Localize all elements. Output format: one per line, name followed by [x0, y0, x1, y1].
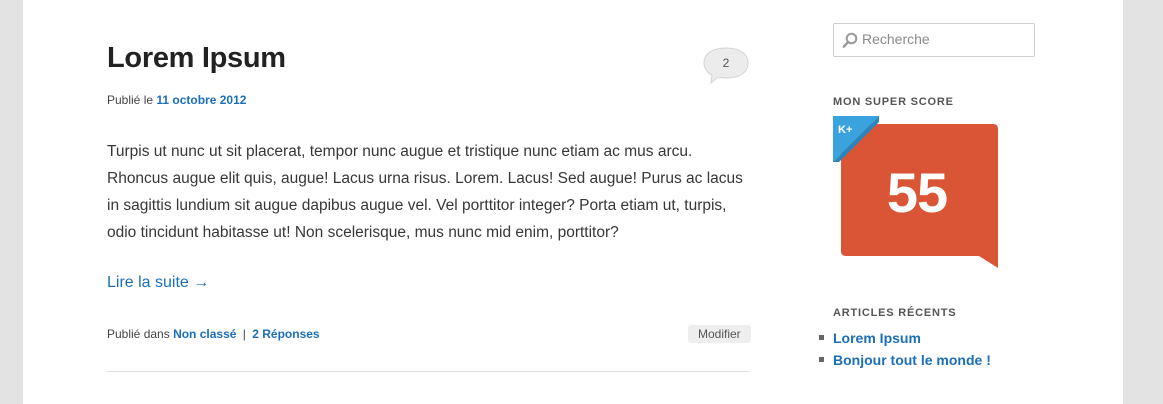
- footer-separator: |: [242, 327, 246, 341]
- post-divider: [107, 371, 749, 372]
- post-body: Turpis ut nunc ut sit placerat, tempor n…: [107, 143, 743, 241]
- recent-post-link[interactable]: Bonjour tout le monde !: [833, 352, 991, 368]
- comment-count: 2: [722, 56, 730, 70]
- list-item: Lorem Ipsum: [819, 329, 991, 351]
- list-item: Bonjour tout le monde !: [819, 351, 991, 373]
- post-footer: Publié dans Non classé | 2 Réponses: [107, 327, 320, 341]
- published-prefix: Publié le: [107, 93, 154, 107]
- kplus-label: K+: [838, 124, 853, 136]
- post-title[interactable]: Lorem Ipsum: [107, 42, 286, 75]
- edit-button[interactable]: Modifier: [688, 325, 751, 343]
- score-value: 55: [886, 161, 948, 224]
- score-widget-title: MON SUPER SCORE: [833, 96, 954, 108]
- read-more-link[interactable]: Lire la suite →: [107, 274, 209, 292]
- search-input[interactable]: [862, 29, 1022, 49]
- bullet: [819, 357, 824, 362]
- recent-posts-list: Lorem Ipsum Bonjour tout le monde !: [819, 329, 991, 373]
- footer-prefix: Publié dans: [107, 327, 170, 341]
- search-box[interactable]: [833, 23, 1035, 57]
- recent-posts-title: ARTICLES RÉCENTS: [833, 307, 957, 319]
- recent-post-link[interactable]: Lorem Ipsum: [833, 330, 921, 346]
- comment-count-bubble[interactable]: 2: [703, 47, 749, 85]
- published-date-link[interactable]: 11 octobre 2012: [156, 93, 246, 107]
- post-meta: Publié le 11 octobre 2012: [107, 93, 246, 107]
- page-container: Lorem Ipsum 2 Publié le 11 octobre 2012 …: [23, 0, 1123, 404]
- bullet: [819, 335, 824, 340]
- score-badge[interactable]: K+ 55: [833, 116, 1003, 276]
- category-link[interactable]: Non classé: [173, 327, 236, 341]
- responses-link[interactable]: 2 Réponses: [252, 327, 319, 341]
- search-icon: [842, 32, 858, 53]
